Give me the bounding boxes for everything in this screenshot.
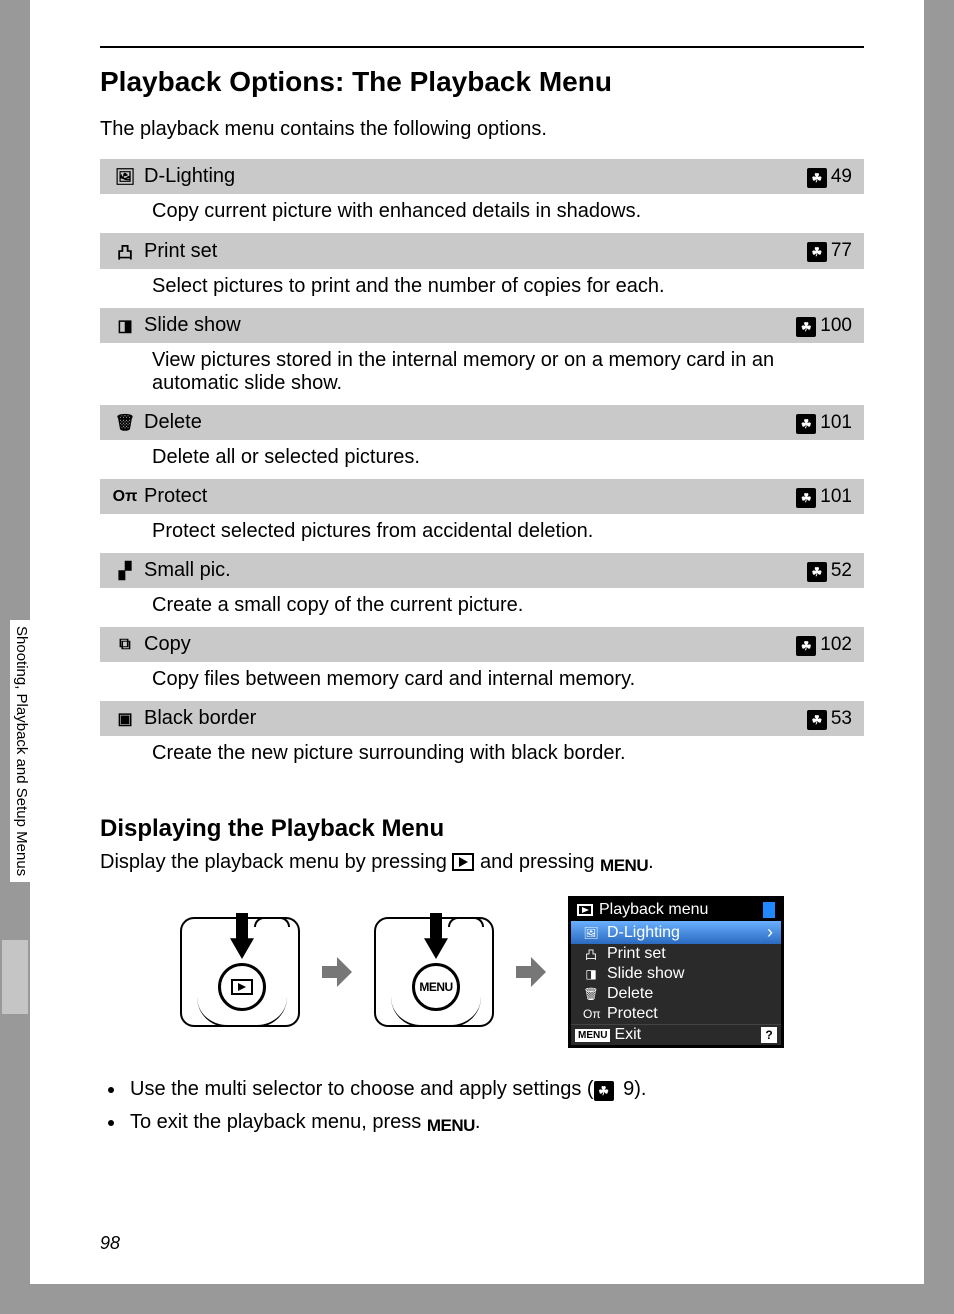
option-page-ref: ☘100	[796, 315, 852, 337]
camera-play-button-diagram	[180, 917, 300, 1027]
lcd-item-label: Print set	[607, 945, 666, 963]
option-icon: ▞	[106, 561, 144, 581]
option-page-ref: ☘101	[796, 486, 852, 508]
option-row: ▞Small pic.☘52	[100, 553, 864, 588]
chevron-right-icon: ›	[767, 922, 773, 943]
camera-menu-button-diagram: MENU	[374, 917, 494, 1027]
intro-text: The playback menu contains the following…	[100, 118, 864, 141]
option-row: ▣Black border☘53	[100, 701, 864, 736]
lcd-playback-menu-screenshot: Playback menu 🖼 D-Lighting › 凸 Print set ◨ Sli…	[568, 896, 784, 1048]
lcd-menu-item: Oπ Protect	[571, 1004, 781, 1024]
reference-icon: ☘	[796, 414, 816, 434]
option-page-ref: ☘49	[807, 166, 852, 188]
battery-icon	[763, 902, 775, 918]
option-description: Copy current picture with enhanced detai…	[100, 194, 864, 233]
lcd-menu-item: 🖼 D-Lighting ›	[571, 921, 781, 944]
option-name: Delete	[144, 411, 796, 434]
lcd-item-icon: ◨	[583, 967, 599, 981]
menu-button-label: MENU	[419, 980, 452, 994]
display-instruction: Display the playback menu by pressing an…	[100, 851, 864, 876]
menu-button-label: MENU	[600, 856, 648, 876]
manual-page: Shooting, Playback and Setup Menus Playb…	[30, 0, 924, 1284]
option-name: Small pic.	[144, 559, 807, 582]
arrow-right-icon	[516, 957, 546, 987]
option-description: Copy files between memory card and inter…	[100, 662, 864, 701]
menu-badge: MENU	[575, 1029, 610, 1042]
option-name: Black border	[144, 707, 807, 730]
option-page-ref: ☘52	[807, 560, 852, 582]
lcd-item-label: Delete	[607, 985, 653, 1003]
reference-icon: ☘	[796, 488, 816, 508]
play-icon	[577, 904, 593, 916]
option-icon: 凸	[106, 239, 144, 263]
lcd-header-title: Playback menu	[599, 901, 708, 919]
option-description: Create a small copy of the current pictu…	[100, 588, 864, 627]
option-name: Print set	[144, 240, 807, 263]
option-name: Copy	[144, 633, 796, 656]
option-name: Protect	[144, 485, 796, 508]
lcd-exit-label: Exit	[614, 1026, 641, 1044]
lcd-item-icon: 🗑	[583, 987, 599, 1001]
section-side-tab: Shooting, Playback and Setup Menus	[10, 620, 33, 882]
lcd-menu-item: 🗑 Delete	[571, 984, 781, 1004]
reference-icon: ☘	[807, 562, 827, 582]
lcd-item-label: Slide show	[607, 965, 684, 983]
option-page-ref: ☘101	[796, 412, 852, 434]
option-icon: ⧉	[106, 636, 144, 654]
option-row: 🗑Delete☘101	[100, 405, 864, 440]
playback-options-table: 🖼D-Lighting☘49Copy current picture with …	[100, 159, 864, 775]
option-description: Delete all or selected pictures.	[100, 440, 864, 479]
option-icon: 🖼	[106, 167, 144, 187]
reference-icon: ☘	[807, 168, 827, 188]
subheading: Displaying the Playback Menu	[100, 815, 864, 843]
lcd-item-icon: 🖼	[583, 926, 599, 940]
arrow-right-icon	[322, 957, 352, 987]
arrow-down-icon	[424, 913, 448, 959]
reference-icon: ☘	[796, 317, 816, 337]
section-side-marker	[2, 940, 28, 1014]
option-icon: 🗑	[106, 413, 144, 433]
lcd-menu-item: 凸 Print set	[571, 944, 781, 964]
option-page-ref: ☘77	[807, 240, 852, 262]
reference-icon: ☘	[796, 636, 816, 656]
option-description: Select pictures to print and the number …	[100, 269, 864, 308]
lcd-item-label: D-Lighting	[607, 924, 680, 942]
play-icon	[231, 979, 253, 995]
note-item: Use the multi selector to choose and app…	[126, 1078, 864, 1101]
option-row: OπProtect☘101	[100, 479, 864, 514]
option-description: Create the new picture surrounding with …	[100, 736, 864, 775]
option-description: View pictures stored in the internal mem…	[100, 343, 864, 405]
option-name: Slide show	[144, 314, 796, 337]
option-icon: Oπ	[106, 488, 144, 506]
reference-icon: ☘	[594, 1081, 614, 1101]
option-row: ⧉Copy☘102	[100, 627, 864, 662]
arrow-down-icon	[230, 913, 254, 959]
menu-button-label: MENU	[427, 1116, 475, 1136]
page-title: Playback Options: The Playback Menu	[100, 46, 864, 98]
option-icon: ◨	[106, 316, 144, 336]
lcd-item-label: Protect	[607, 1005, 658, 1023]
option-row: 凸Print set☘77	[100, 233, 864, 269]
option-row: 🖼D-Lighting☘49	[100, 159, 864, 194]
option-name: D-Lighting	[144, 165, 807, 188]
note-item: To exit the playback menu, press MENU.	[126, 1111, 864, 1136]
play-icon	[452, 853, 474, 871]
instruction-figure: MENU Playback menu 🖼 D-Lighting › 凸 Print se…	[100, 896, 864, 1048]
option-icon: ▣	[106, 709, 144, 729]
reference-icon: ☘	[807, 242, 827, 262]
option-page-ref: ☘102	[796, 634, 852, 656]
help-icon: ?	[761, 1027, 777, 1043]
reference-icon: ☘	[807, 710, 827, 730]
option-row: ◨Slide show☘100	[100, 308, 864, 343]
page-number: 98	[100, 1233, 120, 1254]
option-description: Protect selected pictures from accidenta…	[100, 514, 864, 553]
lcd-menu-item: ◨ Slide show	[571, 964, 781, 984]
notes-list: Use the multi selector to choose and app…	[126, 1078, 864, 1136]
lcd-item-icon: Oπ	[583, 1007, 599, 1021]
lcd-item-icon: 凸	[583, 946, 599, 963]
option-page-ref: ☘53	[807, 708, 852, 730]
